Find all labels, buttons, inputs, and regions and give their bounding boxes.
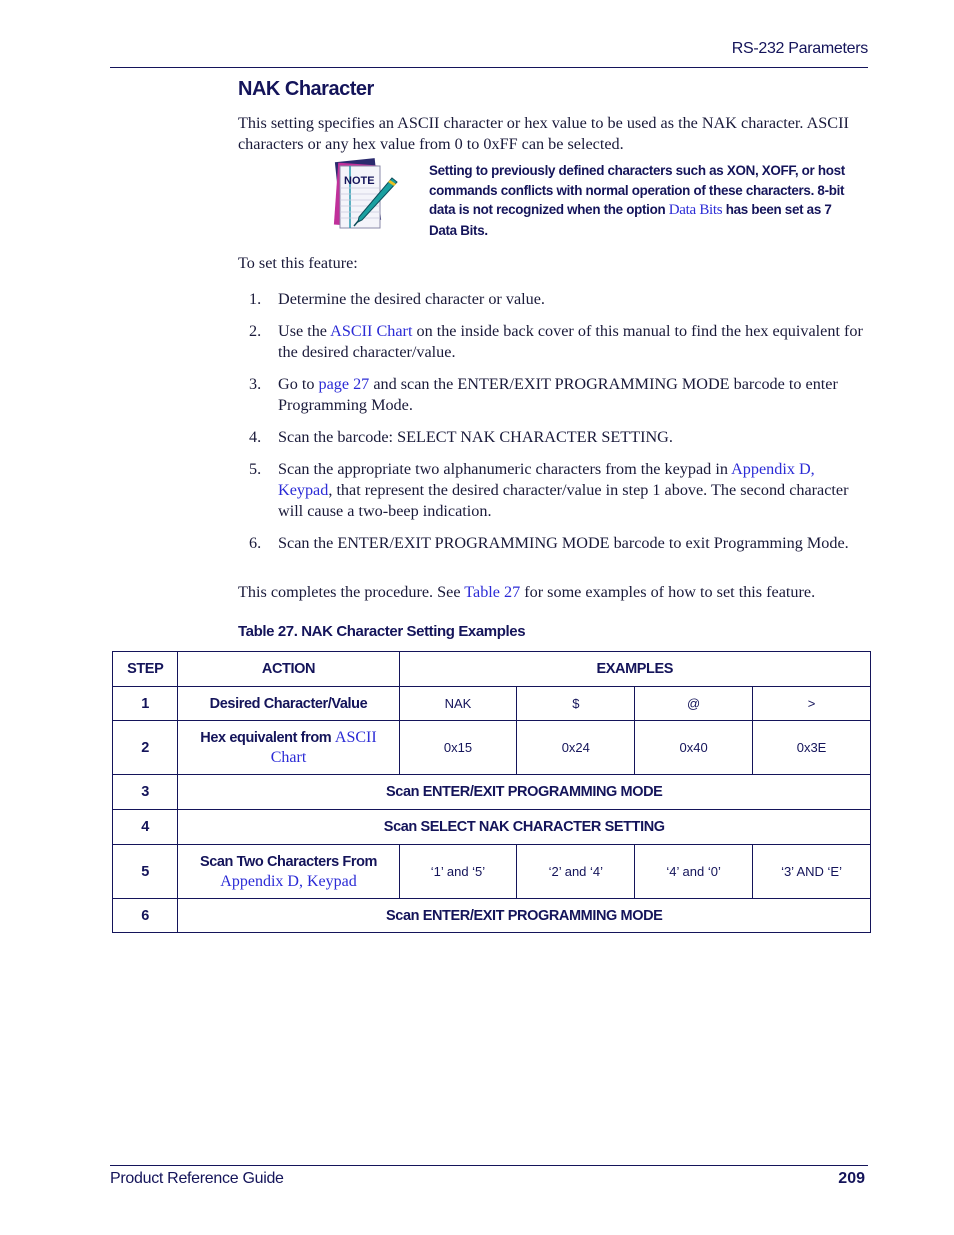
table-27-link[interactable]: Table 27 xyxy=(464,583,520,601)
outro-text: for some examples of how to set this fea… xyxy=(520,583,816,601)
step-cell: 4 xyxy=(111,809,179,845)
ascii-chart-link[interactable]: ASCII Chart xyxy=(330,322,412,340)
example-cell: ‘4’ and ‘0’ xyxy=(634,844,754,899)
step-item: 1. Determine the desired character or val… xyxy=(238,289,870,310)
table-row: 4 Scan SELECT NAK CHARACTER SETTING xyxy=(111,809,871,845)
step-text: Scan the ENTER/EXIT PROGRAMMING MODE bar… xyxy=(278,534,849,552)
example-cell: ‘3’ AND ‘E’ xyxy=(752,844,871,899)
action-text: Desired Character/Value xyxy=(209,695,368,712)
intro-paragraph: This setting specifies an ASCII characte… xyxy=(238,114,849,153)
header-step: STEP xyxy=(111,651,179,687)
data-bits-link[interactable]: Data Bits xyxy=(669,202,723,218)
step-number: 4. xyxy=(249,428,262,446)
step-text: Go to xyxy=(278,375,319,393)
step-text: , that represent the desired character/v… xyxy=(278,481,849,520)
setup-intro: To set this feature: xyxy=(238,254,358,272)
header-examples: EXAMPLES xyxy=(398,651,872,687)
example-cell: NAK xyxy=(398,686,518,721)
table-header-row: STEP ACTION EXAMPLES xyxy=(111,651,872,687)
example-cell: 0x40 xyxy=(634,720,754,775)
step-cell: 5 xyxy=(111,844,179,899)
step-cell: 3 xyxy=(111,774,179,810)
example-cell: 0x24 xyxy=(516,720,636,775)
note-pad-pen-icon: NOTE xyxy=(330,158,400,230)
note-text: Setting to previously defined characters… xyxy=(429,161,859,240)
nak-examples-table: STEP ACTION EXAMPLES 1 Desired Character… xyxy=(111,651,872,933)
step-cell: 2 xyxy=(111,720,179,775)
action-text: Hex equivalent from xyxy=(200,729,335,746)
step-number: 6. xyxy=(249,534,262,552)
page-27-link[interactable]: page 27 xyxy=(318,375,369,393)
example-cell: ‘1’ and ‘5’ xyxy=(398,844,518,899)
example-cell: $ xyxy=(516,686,636,721)
footer-guide-title: Product Reference Guide xyxy=(110,1170,284,1187)
step-item: 5. Scan the appropriate two alphanumeric … xyxy=(238,459,870,522)
example-cell: ‘2’ and ‘4’ xyxy=(516,844,636,899)
step-text: Determine the desired character or value… xyxy=(278,290,545,308)
footer-rule xyxy=(110,1165,868,1166)
header-action: ACTION xyxy=(177,651,400,687)
appendix-d-keypad-link[interactable]: Appendix D, Keypad xyxy=(220,873,356,890)
step-cell: 6 xyxy=(111,898,179,933)
page-number: 209 xyxy=(838,1170,865,1187)
span-action-cell: Scan ENTER/EXIT PROGRAMMING MODE xyxy=(177,898,871,933)
section-title: NAK Character xyxy=(238,78,374,100)
table-row: 1 Desired Character/Value NAK $ @ > xyxy=(111,686,871,721)
span-action-cell: Scan ENTER/EXIT PROGRAMMING MODE xyxy=(177,774,871,810)
table-row: 3 Scan ENTER/EXIT PROGRAMMING MODE xyxy=(111,774,871,810)
header-rule xyxy=(110,67,868,68)
step-item: 6. Scan the ENTER/EXIT PROGRAMMING MODE b… xyxy=(238,533,870,554)
action-text: Scan Two Characters From xyxy=(199,853,378,870)
step-number: 2. xyxy=(249,322,262,340)
running-header: RS-232 Parameters xyxy=(731,40,869,57)
step-number: 1. xyxy=(249,290,262,308)
procedure-steps: 1. Determine the desired character or val… xyxy=(238,289,870,565)
step-text: Scan the barcode: SELECT NAK CHARACTER S… xyxy=(278,428,673,446)
table-row: 6 Scan ENTER/EXIT PROGRAMMING MODE xyxy=(111,898,871,933)
step-text: Scan the appropriate two alphanumeric ch… xyxy=(278,460,732,478)
outro-text: This completes the procedure. See xyxy=(238,583,465,601)
example-cell: @ xyxy=(634,686,754,721)
step-text: Use the xyxy=(278,322,331,340)
action-cell: Hex equivalent from ASCII Chart xyxy=(177,720,400,775)
span-action-cell: Scan SELECT NAK CHARACTER SETTING xyxy=(177,809,871,845)
step-item: 2. Use the ASCII Chart on the inside back… xyxy=(238,321,870,363)
action-cell: Desired Character/Value xyxy=(177,686,400,721)
table-caption: Table 27. NAK Character Setting Examples xyxy=(238,623,526,640)
step-number: 5. xyxy=(249,460,262,478)
table-row: 2 Hex equivalent from ASCII Chart 0x15 0… xyxy=(111,720,871,775)
step-cell: 1 xyxy=(111,686,179,721)
step-number: 3. xyxy=(249,375,262,393)
action-cell: Scan Two Characters From Appendix D, Keyp… xyxy=(177,844,400,899)
example-cell: > xyxy=(752,686,871,721)
outro-paragraph: This completes the procedure. See Table … xyxy=(238,583,815,602)
step-item: 4. Scan the barcode: SELECT NAK CHARACTER… xyxy=(238,427,870,448)
example-cell: 0x15 xyxy=(398,720,518,775)
example-cell: 0x3E xyxy=(752,720,871,775)
step-item: 3. Go to page 27 and scan the ENTER/EXIT … xyxy=(238,374,870,416)
note-icon-label: NOTE xyxy=(344,175,375,187)
table-row: 5 Scan Two Characters From Appendix D, Ke… xyxy=(111,844,871,899)
